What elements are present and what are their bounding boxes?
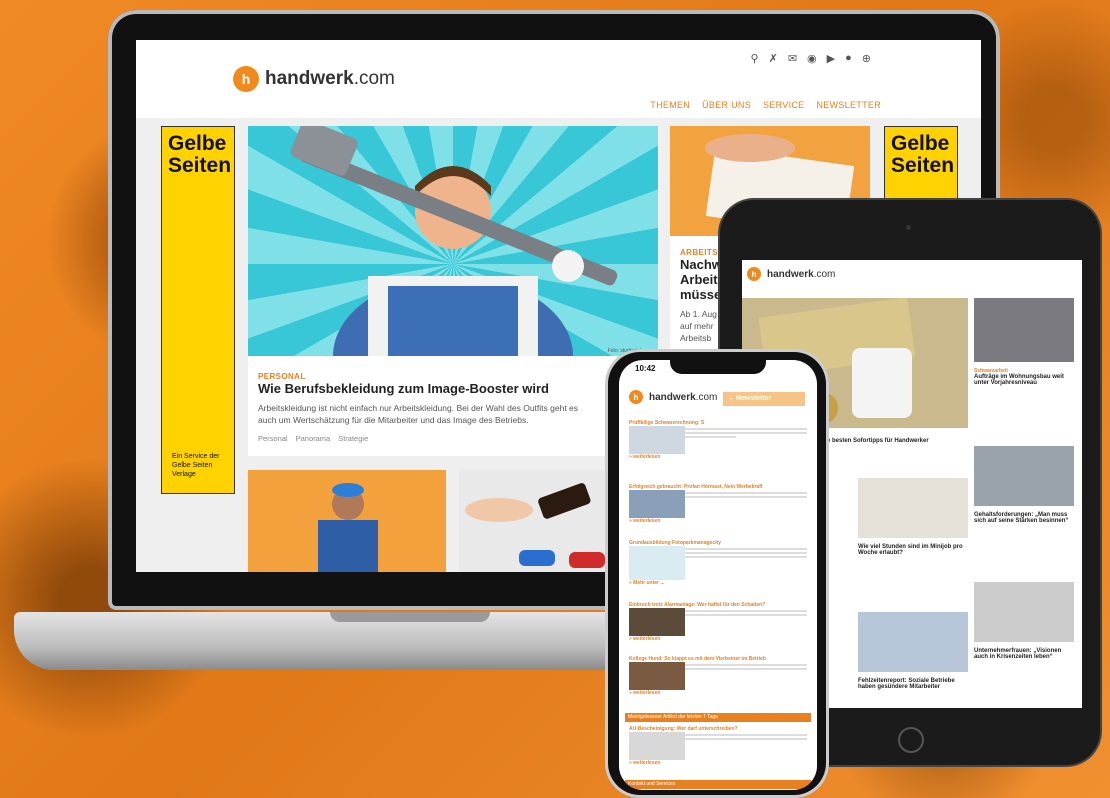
- hero-title[interactable]: Wie Berufsbekleidung zum Image-Booster w…: [258, 381, 648, 396]
- phone-item-2[interactable]: Erfolgreich gebraucht: Profan Hörmast, N…: [629, 484, 807, 524]
- hero-caption: PERSONAL Wie Berufsbekleidung zum Image-…: [248, 356, 658, 456]
- mail-icon[interactable]: ✉: [788, 52, 797, 65]
- phone-item-5[interactable]: Kollege Hund: So klappt es mit dem Vierb…: [629, 656, 807, 696]
- phone-item-last[interactable]: AU-Bescheinigung: Wer darf unterschreibe…: [629, 726, 807, 766]
- tablet-home-button[interactable]: [898, 727, 924, 753]
- play-icon[interactable]: ▶: [827, 52, 835, 65]
- tablet-card4[interactable]: Unternehmerfrauen: „Visionen auch in Kri…: [974, 648, 1074, 660]
- phone-item-4-image: [629, 608, 685, 636]
- phone-newsletter-button[interactable]: → Newsletter: [723, 392, 805, 406]
- phone-item-3[interactable]: Grundausbildung Fotoparkmanagecity » Meh…: [629, 540, 807, 586]
- laptop-notch: [330, 612, 490, 622]
- tablet-card5[interactable]: Fehlzeitenreport: Soziale Betriebe haben…: [858, 678, 968, 690]
- tablet-card3[interactable]: Wie viel Stunden sind im Minijob pro Woc…: [858, 544, 968, 556]
- phone-item-2-image: [629, 490, 685, 518]
- main-nav: THEMEN ÜBER UNS SERVICE NEWSLETTER: [650, 100, 881, 110]
- apple-icon[interactable]: ●: [845, 52, 852, 65]
- ad-left[interactable]: Gelbe Seiten Ein Service der Gelbe Seiten V…: [161, 126, 235, 494]
- hero-tags: Personal Panorama Strategie: [258, 434, 648, 443]
- phone-notch: [670, 356, 766, 374]
- phone-logo-wordmark: handwerk.com: [649, 391, 718, 403]
- header-icons: ⚲ ✗ ✉ ◉ ▶ ● ⊕: [751, 52, 871, 65]
- tablet-card5-image[interactable]: [858, 612, 968, 672]
- phone-logo[interactable]: h handwerk.com: [629, 390, 717, 404]
- worker-photo: [318, 483, 378, 572]
- tag-strategie[interactable]: Strategie: [338, 434, 368, 443]
- tablet-card2[interactable]: Gehaltsforderungen: „Man muss sich auf s…: [974, 512, 1074, 524]
- nav-ueber-uns[interactable]: ÜBER UNS: [702, 100, 751, 110]
- tag-panorama[interactable]: Panorama: [296, 434, 331, 443]
- logo-wordmark: handwerk.com: [265, 68, 395, 89]
- phone-item-1-image: [629, 426, 685, 454]
- phone-contact-bar: Kontakt und Services: [625, 780, 811, 789]
- ad-left-footer: Ein Service der Gelbe Seiten Verlage: [172, 453, 220, 478]
- tablet-card2-image[interactable]: [974, 446, 1074, 506]
- phone-time: 10:42: [635, 364, 656, 373]
- phone-item-1[interactable]: Prüffällige Schwarzrechnung: S » weiterl…: [629, 420, 807, 460]
- xing-icon[interactable]: ✗: [769, 52, 778, 65]
- nav-service[interactable]: SERVICE: [763, 100, 804, 110]
- tablet-card1[interactable]: Schwarzarbeit Aufträge im Wohnungsbau we…: [974, 368, 1074, 386]
- phone-logo-badge-icon: h: [629, 390, 643, 404]
- phone-item-4[interactable]: Einbruch trotz Alarmanlage: Wer haftet f…: [629, 602, 807, 642]
- site-logo[interactable]: h handwerk.com: [233, 66, 395, 92]
- tablet-card1-image[interactable]: [974, 298, 1074, 362]
- tablet-card3-image[interactable]: [858, 478, 968, 538]
- site-header: h handwerk.com ⚲ ✗ ✉ ◉ ▶ ● ⊕ THEMEN ÜBER…: [136, 40, 981, 118]
- logo-badge-icon: h: [233, 66, 259, 92]
- nav-themen[interactable]: THEMEN: [650, 100, 690, 110]
- tablet-feature-title[interactable]: e besten Sofortipps für Handwerker: [827, 438, 929, 444]
- phone-item-3-image: [629, 546, 685, 580]
- tablet-camera: [906, 225, 911, 230]
- phone-item-last-image: [629, 732, 685, 760]
- phone-most-read-bar: Meistgelesener Artikel der letzten 7 Tag…: [625, 713, 811, 722]
- tablet-card4-image[interactable]: [974, 582, 1074, 642]
- tag-personal[interactable]: Personal: [258, 434, 288, 443]
- plus-icon[interactable]: ⊕: [862, 52, 871, 65]
- search-icon[interactable]: ⚲: [751, 52, 759, 65]
- facebook-icon[interactable]: ◉: [807, 52, 817, 65]
- hero-image[interactable]: Foto: studiostoks - ...: [248, 126, 658, 356]
- phone-item-5-image: [629, 662, 685, 690]
- tablet-logo-wordmark: handwerk.com: [767, 268, 836, 280]
- phone-display: 10:42 h handwerk.com → Newsletter Prüffä…: [619, 360, 817, 790]
- tablet-logo-badge-icon: h: [747, 267, 761, 281]
- nav-newsletter[interactable]: NEWSLETTER: [816, 100, 881, 110]
- tablet-logo[interactable]: h handwerk.com: [747, 267, 835, 281]
- worker-thumb[interactable]: [248, 470, 446, 572]
- worker-illustration: [290, 126, 618, 356]
- hero-kicker: PERSONAL: [258, 372, 306, 381]
- hero-teaser: Arbeitskleidung ist nicht einfach nur Ar…: [258, 403, 579, 425]
